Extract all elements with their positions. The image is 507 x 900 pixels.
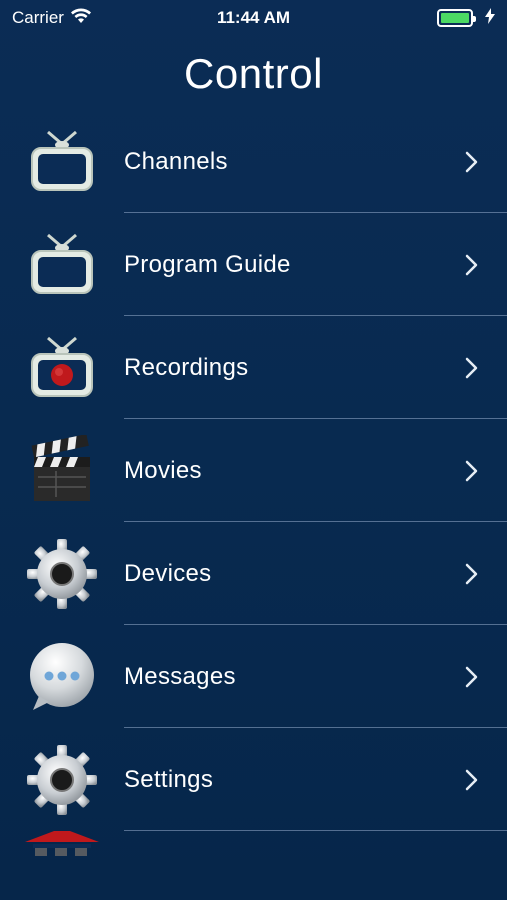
status-bar: Carrier 11:44 AM <box>0 0 507 36</box>
status-left: Carrier <box>12 8 92 29</box>
menu-item-devices[interactable]: Devices <box>0 522 507 625</box>
menu-item-settings[interactable]: Settings <box>0 728 507 831</box>
menu-item-channels[interactable]: Channels <box>0 110 507 213</box>
menu-list: Channels Program Guide Recordings Movies… <box>0 110 507 891</box>
menu-item-messages[interactable]: Messages <box>0 625 507 728</box>
menu-item-label: Devices <box>124 559 212 587</box>
clapperboard-icon <box>0 419 124 522</box>
menu-item-recordings[interactable]: Recordings <box>0 316 507 419</box>
chevron-right-icon <box>457 559 487 589</box>
carrier-label: Carrier <box>12 8 64 27</box>
battery-fill <box>441 13 469 23</box>
chevron-right-icon <box>457 662 487 692</box>
menu-item-program-guide[interactable]: Program Guide <box>0 213 507 316</box>
menu-item-movies[interactable]: Movies <box>0 419 507 522</box>
tv-icon <box>0 110 124 213</box>
gear-icon <box>0 522 124 625</box>
tv-record-icon <box>0 316 124 419</box>
speech-bubble-icon <box>0 625 124 728</box>
house-icon <box>0 831 124 891</box>
tv-icon <box>0 213 124 316</box>
chevron-right-icon <box>457 456 487 486</box>
chevron-right-icon <box>457 147 487 177</box>
wifi-icon <box>70 8 92 29</box>
chevron-right-icon <box>457 353 487 383</box>
chevron-right-icon <box>457 250 487 280</box>
battery-icon <box>437 9 476 27</box>
menu-item-label: Channels <box>124 147 228 175</box>
menu-item-label: Settings <box>124 765 214 793</box>
menu-item-label: Messages <box>124 662 236 690</box>
menu-item-label: Movies <box>124 456 202 484</box>
charging-bolt-icon <box>485 7 495 29</box>
chevron-right-icon <box>457 765 487 795</box>
page-title: Control <box>184 50 323 97</box>
gear-icon <box>0 728 124 831</box>
control-screen: Carrier 11:44 AM Control Channels Progra… <box>0 0 507 900</box>
menu-item-label: Program Guide <box>124 250 291 278</box>
menu-item-label: Recordings <box>124 353 249 381</box>
status-right <box>437 7 495 29</box>
menu-item-partial[interactable] <box>0 831 507 891</box>
